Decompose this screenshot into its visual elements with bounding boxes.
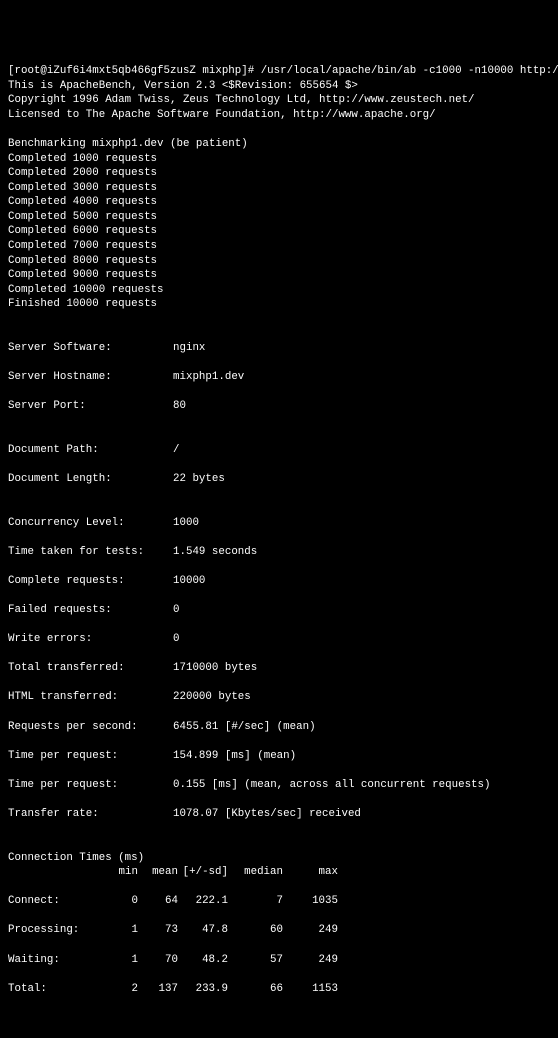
- time-per-request-across: Time per request:0.155 [ms] (mean, acros…: [8, 778, 550, 793]
- progress-line: Completed 9000 requests: [8, 269, 157, 281]
- failed-requests: Failed requests:0: [8, 603, 550, 618]
- html-transferred: HTML transferred:220000 bytes: [8, 690, 550, 705]
- terminal-output: [root@iZuf6i4mxt5qb466gf5zusZ mixphp]# /…: [8, 64, 550, 996]
- document-length: Document Length:22 bytes: [8, 472, 550, 487]
- concurrency-level: Concurrency Level:1000: [8, 516, 550, 531]
- progress-line: Completed 4000 requests: [8, 196, 157, 208]
- shell-prompt: [root@iZuf6i4mxt5qb466gf5zusZ mixphp]# /…: [8, 65, 558, 77]
- complete-requests: Complete requests:10000: [8, 574, 550, 589]
- document-path: Document Path:/: [8, 443, 550, 458]
- time-per-request-mean: Time per request:154.899 [ms] (mean): [8, 749, 550, 764]
- progress-line: Completed 1000 requests: [8, 153, 157, 165]
- progress-line: Completed 6000 requests: [8, 225, 157, 237]
- banner-line: Licensed to The Apache Software Foundati…: [8, 109, 436, 121]
- progress-line: Completed 3000 requests: [8, 182, 157, 194]
- server-software: Server Software:nginx: [8, 341, 550, 356]
- connection-times-header: Connection Times (ms): [8, 852, 144, 864]
- time-taken: Time taken for tests:1.549 seconds: [8, 545, 550, 560]
- requests-per-second: Requests per second:6455.81 [#/sec] (mea…: [8, 720, 550, 735]
- total-transferred: Total transferred:1710000 bytes: [8, 661, 550, 676]
- connection-row-processing: Processing:1 7347.860249: [8, 923, 550, 938]
- connection-row-total: Total:2 137233.9661153: [8, 982, 550, 997]
- progress-line: Completed 5000 requests: [8, 211, 157, 223]
- progress-line: Completed 8000 requests: [8, 255, 157, 267]
- banner-line: This is ApacheBench, Version 2.3 <$Revis…: [8, 80, 358, 92]
- connection-times-columns: min mean[+/-sd]medianmax: [8, 865, 550, 880]
- connection-row-connect: Connect:0 64222.171035: [8, 894, 550, 909]
- bench-header: Benchmarking mixphp1.dev (be patient): [8, 138, 248, 150]
- progress-line: Completed 10000 requests: [8, 284, 164, 296]
- progress-line: Finished 10000 requests: [8, 298, 157, 310]
- write-errors: Write errors:0: [8, 632, 550, 647]
- progress-line: Completed 7000 requests: [8, 240, 157, 252]
- server-hostname: Server Hostname:mixphp1.dev: [8, 370, 550, 385]
- connection-row-waiting: Waiting:1 7048.257249: [8, 953, 550, 968]
- banner-line: Copyright 1996 Adam Twiss, Zeus Technolo…: [8, 94, 475, 106]
- server-port: Server Port:80: [8, 399, 550, 414]
- transfer-rate: Transfer rate:1078.07 [Kbytes/sec] recei…: [8, 807, 550, 822]
- progress-line: Completed 2000 requests: [8, 167, 157, 179]
